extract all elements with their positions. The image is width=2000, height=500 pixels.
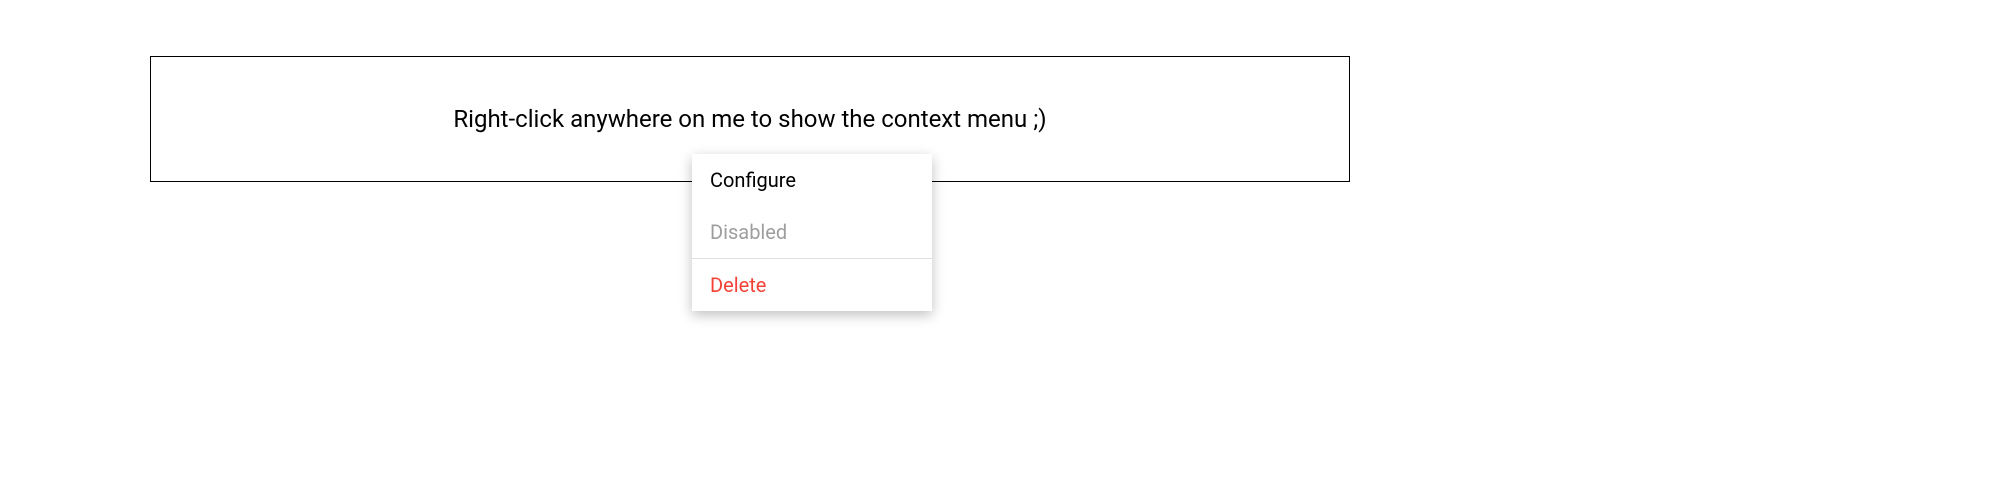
menu-item-disabled: Disabled	[692, 206, 932, 258]
instruction-text: Right-click anywhere on me to show the c…	[453, 105, 1046, 133]
context-menu: Configure Disabled Delete	[692, 154, 932, 311]
menu-item-configure[interactable]: Configure	[692, 154, 932, 206]
menu-item-delete[interactable]: Delete	[692, 259, 932, 311]
